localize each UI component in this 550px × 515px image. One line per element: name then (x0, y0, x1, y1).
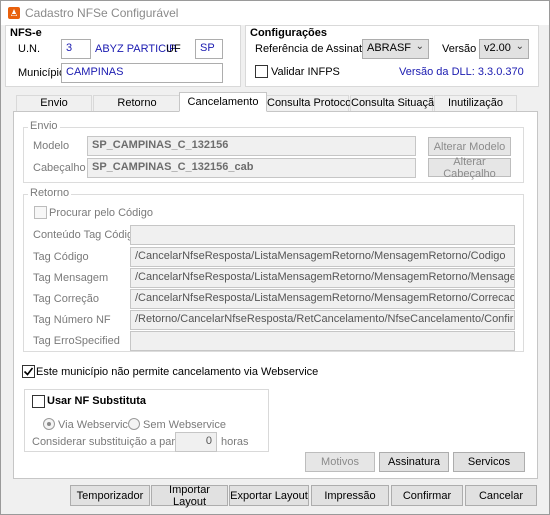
tag-errospecified-label: Tag ErroSpecified (33, 335, 120, 347)
nao-permite-cancelamento-label: Este município não permite cancelamento … (36, 366, 319, 378)
tag-numero-nf-field[interactable]: /Retorno/CancelarNfseResposta/RetCancela… (130, 310, 515, 330)
tag-codigo-label: Tag Código (33, 251, 89, 263)
dll-version: Versão da DLL: 3.3.0.370 (399, 66, 524, 78)
tab-cancelamento[interactable]: Cancelamento (179, 92, 267, 112)
motivos-button[interactable]: Motivos (305, 452, 375, 472)
servicos-button[interactable]: Servicos (453, 452, 525, 472)
via-webservice-radio[interactable] (43, 418, 55, 430)
cabecalho-label: Cabeçalho (33, 162, 86, 174)
validar-infps-label: Validar INFPS (271, 66, 340, 78)
ref-assinatura-value: ABRASF (367, 42, 412, 54)
versao-label: Versão (442, 43, 477, 55)
tag-numero-nf-label: Tag Número NF (33, 314, 111, 326)
ref-assinatura-select[interactable]: ABRASF ⌄ (362, 39, 429, 59)
validar-infps-checkbox[interactable] (255, 65, 268, 78)
checkmark-icon (23, 367, 34, 376)
tab-consulta-situacao[interactable]: Consulta Situação (350, 95, 440, 111)
impressao-button[interactable]: Impressão (311, 485, 389, 506)
chevron-down-icon: ⌄ (515, 41, 524, 52)
uf-label: UF (166, 43, 181, 55)
procurar-codigo-checkbox[interactable] (34, 206, 47, 219)
alterar-modelo-button[interactable]: Alterar Modelo (428, 137, 511, 156)
assinatura-button[interactable]: Assinatura (379, 452, 449, 472)
importar-layout-button[interactable]: Importar Layout (151, 484, 228, 508)
chevron-down-icon: ⌄ (415, 41, 424, 52)
ref-assinatura-label: Referência de Assinatura (255, 43, 378, 55)
exportar-layout-button[interactable]: Exportar Layout (229, 485, 309, 506)
window-title: Cadastro NFSe Configurável (25, 6, 179, 20)
title-bar: Cadastro NFSe Configurável (1, 1, 549, 25)
conteudo-tag-codigo-field[interactable] (130, 225, 515, 245)
tab-consulta-protocolo[interactable]: Consulta Protocolo (266, 95, 360, 111)
tab-inutilizacao[interactable]: Inutilização (434, 95, 517, 111)
procurar-codigo-label: Procurar pelo Código (49, 207, 153, 219)
config-heading: Configurações (250, 27, 328, 39)
modelo-field[interactable]: SP_CAMPINAS_C_132156 (87, 136, 416, 156)
app-icon (7, 6, 21, 20)
sem-webservice-label: Sem Webservice (143, 419, 226, 431)
nao-permite-cancelamento-checkbox[interactable] (22, 365, 35, 378)
usar-nf-substituta-checkbox[interactable] (32, 395, 45, 408)
nfse-heading: NFS-e (10, 27, 42, 39)
municipio-field[interactable]: CAMPINAS (61, 63, 223, 83)
horas-field[interactable]: 0 (175, 432, 217, 452)
conteudo-tag-codigo-label: Conteúdo Tag Código (33, 229, 140, 241)
retorno-legend: Retorno (28, 187, 72, 199)
usar-nf-substituta-label: Usar NF Substituta (47, 395, 147, 407)
confirmar-button[interactable]: Confirmar (391, 485, 463, 506)
cancelar-button[interactable]: Cancelar (465, 485, 537, 506)
tag-errospecified-field[interactable] (130, 331, 515, 351)
un-label: U.N. (18, 43, 40, 55)
tag-correcao-label: Tag Correção (33, 293, 100, 305)
tab-retorno[interactable]: Retorno (93, 95, 181, 111)
modelo-label: Modelo (33, 140, 70, 152)
temporizador-button[interactable]: Temporizador (70, 485, 150, 506)
sem-webservice-radio[interactable] (128, 418, 140, 430)
via-webservice-label: Via Webservice (58, 419, 135, 431)
cabecalho-field[interactable]: SP_CAMPINAS_C_132156_cab (87, 158, 416, 178)
tag-mensagem-field[interactable]: /CancelarNfseResposta/ListaMensagemRetor… (130, 268, 515, 288)
tag-codigo-field[interactable]: /CancelarNfseResposta/ListaMensagemRetor… (130, 247, 515, 267)
municipio-label: Município (18, 67, 66, 79)
versao-value: v2.00 (484, 42, 511, 54)
envio-legend: Envio (28, 120, 60, 132)
tab-envio[interactable]: Envio (16, 95, 92, 111)
tag-mensagem-label: Tag Mensagem (33, 272, 109, 284)
tag-correcao-field[interactable]: /CancelarNfseResposta/ListaMensagemRetor… (130, 289, 515, 309)
un-field[interactable]: 3 (61, 39, 91, 59)
nfse-config-window: Cadastro NFSe Configurável NFS-e U.N. 3 … (0, 0, 550, 515)
uf-field[interactable]: SP (195, 39, 223, 59)
versao-select[interactable]: v2.00 ⌄ (479, 39, 529, 59)
alterar-cabecalho-button[interactable]: Alterar Cabeçalho (428, 156, 511, 180)
horas-label: horas (221, 436, 249, 448)
